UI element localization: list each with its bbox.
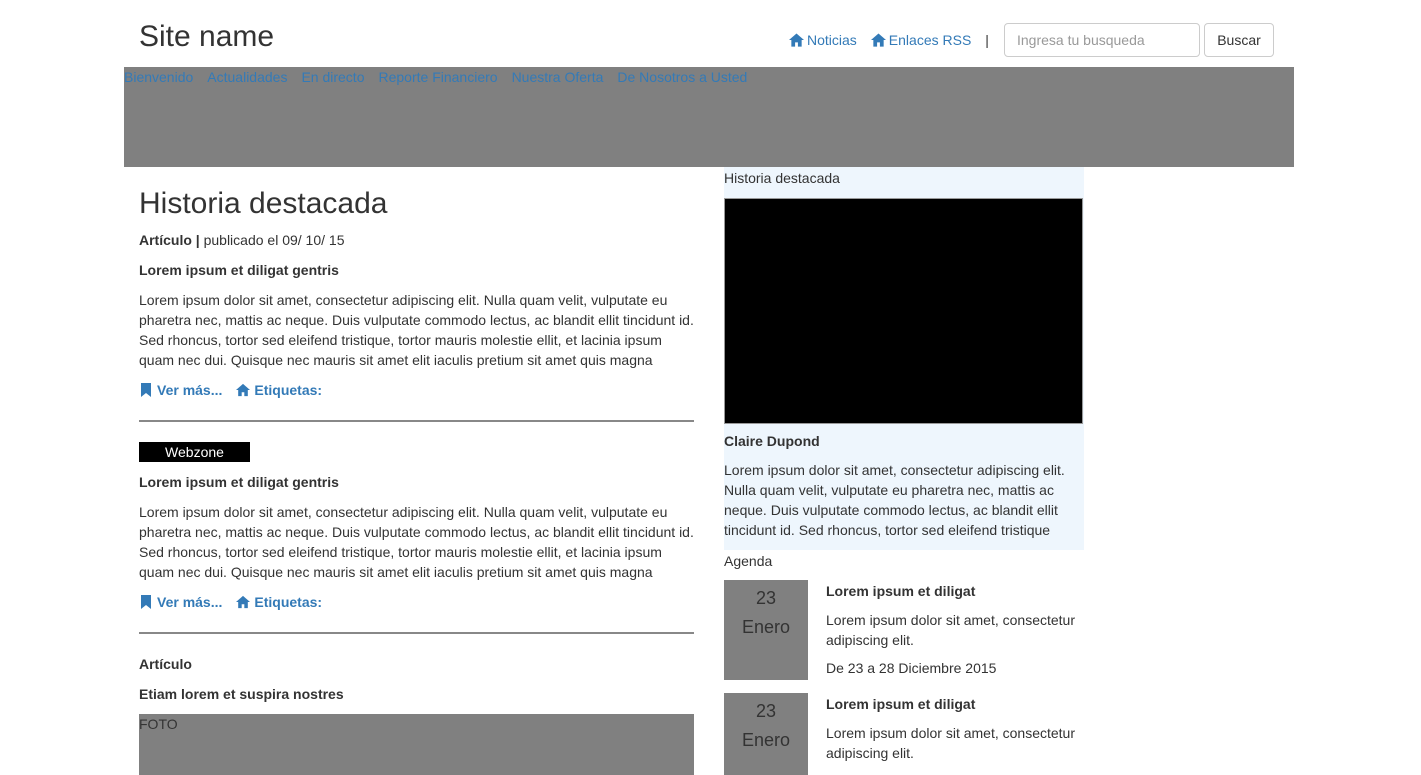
site-header: Site name Noticias Enlaces RSS | Buscar	[0, 0, 1421, 67]
tags-label: Etiquetas:	[254, 594, 323, 610]
nav-item-reporte-financiero[interactable]: Reporte Financiero	[379, 69, 498, 85]
agenda-title: Lorem ipsum et diligat	[826, 696, 976, 712]
noticias-label: Noticias	[807, 32, 857, 48]
meta-date: publicado el 09/ 10/ 15	[199, 232, 345, 248]
home-icon	[236, 595, 251, 609]
home-icon	[789, 33, 804, 47]
banner: Bienvenido Actualidades En directo Repor…	[124, 67, 1294, 167]
rss-label: Enlaces RSS	[888, 32, 972, 48]
read-more-label: Ver más...	[157, 594, 223, 610]
search-input[interactable]	[1004, 23, 1200, 57]
featured-author: Claire Dupond	[724, 433, 820, 449]
photo-label: FOTO	[139, 716, 178, 732]
webzone-badge: Webzone	[139, 442, 250, 462]
agenda-title: Lorem ipsum et diligat	[826, 583, 976, 599]
date-month: Enero	[741, 617, 791, 637]
divider	[139, 420, 694, 422]
date-box: 23 Enero	[724, 693, 808, 775]
featured-box: Historia destacada Claire Dupond Lorem i…	[724, 167, 1084, 550]
agenda-range: De 23 a 28 Diciembre 2015	[826, 660, 997, 676]
nav-item-de-nosotros[interactable]: De Nosotros a Usted	[617, 69, 747, 85]
agenda-text: Lorem ipsum dolor sit amet, consectetur …	[826, 612, 1075, 648]
search-button[interactable]: Buscar	[1204, 23, 1274, 57]
tags-label: Etiquetas:	[254, 382, 323, 398]
agenda-item[interactable]: 23 Enero Lorem ipsum et diligat Lorem ip…	[724, 693, 1084, 775]
bookmark-icon	[141, 595, 151, 609]
photo-placeholder: FOTO	[139, 714, 694, 775]
read-more-label: Ver más...	[157, 382, 223, 398]
article-type: Artículo	[139, 656, 192, 672]
read-more-link[interactable]: Ver más...	[139, 382, 222, 398]
nav-item-nuestra-oferta[interactable]: Nuestra Oferta	[512, 69, 604, 85]
site-name[interactable]: Site name	[139, 19, 274, 55]
top-links: Noticias Enlaces RSS |	[789, 30, 989, 50]
bookmark-icon	[141, 383, 151, 397]
tags-link[interactable]: Etiquetas:	[236, 594, 322, 610]
agenda-label: Agenda	[724, 553, 773, 569]
tags-link[interactable]: Etiquetas:	[236, 382, 322, 398]
noticias-link[interactable]: Noticias	[789, 32, 857, 48]
divider	[139, 632, 694, 634]
date-month: Enero	[741, 730, 791, 750]
article-body: Lorem ipsum dolor sit amet, consectetur …	[139, 504, 694, 580]
home-icon	[870, 33, 886, 47]
date-box: 23 Enero	[724, 580, 808, 680]
agenda-item[interactable]: 23 Enero Lorem ipsum et diligat Lorem ip…	[724, 580, 1084, 680]
main-nav: Bienvenido Actualidades En directo Repor…	[124, 69, 761, 85]
article-links: Ver más... Etiquetas:	[139, 382, 336, 398]
article-meta: Artículo | publicado el 09/ 10/ 15	[139, 232, 344, 248]
home-icon	[236, 383, 251, 397]
article-subtitle: Lorem ipsum et diligat gentris	[139, 262, 339, 278]
article-links: Ver más... Etiquetas:	[139, 594, 336, 610]
meta-type: Artículo |	[139, 232, 200, 248]
nav-item-bienvenido[interactable]: Bienvenido	[124, 69, 193, 85]
article-subtitle: Lorem ipsum et diligat gentris	[139, 474, 339, 490]
agenda-text: Lorem ipsum dolor sit amet, consectetur …	[826, 725, 1075, 761]
link-separator: |	[985, 32, 989, 48]
featured-label: Historia destacada	[724, 170, 840, 186]
article-body: Lorem ipsum dolor sit amet, consectetur …	[139, 292, 694, 368]
video-player[interactable]	[724, 198, 1083, 424]
page-title: Historia destacada	[139, 187, 388, 220]
date-day: 23	[755, 588, 777, 608]
rss-link[interactable]: Enlaces RSS	[870, 32, 972, 48]
featured-text: Lorem ipsum dolor sit amet, consectetur …	[724, 462, 1065, 538]
nav-item-actualidades[interactable]: Actualidades	[207, 69, 287, 85]
date-day: 23	[755, 701, 777, 721]
read-more-link[interactable]: Ver más...	[139, 594, 222, 610]
article-subtitle: Etiam lorem et suspira nostres	[139, 686, 344, 702]
nav-item-en-directo[interactable]: En directo	[301, 69, 364, 85]
